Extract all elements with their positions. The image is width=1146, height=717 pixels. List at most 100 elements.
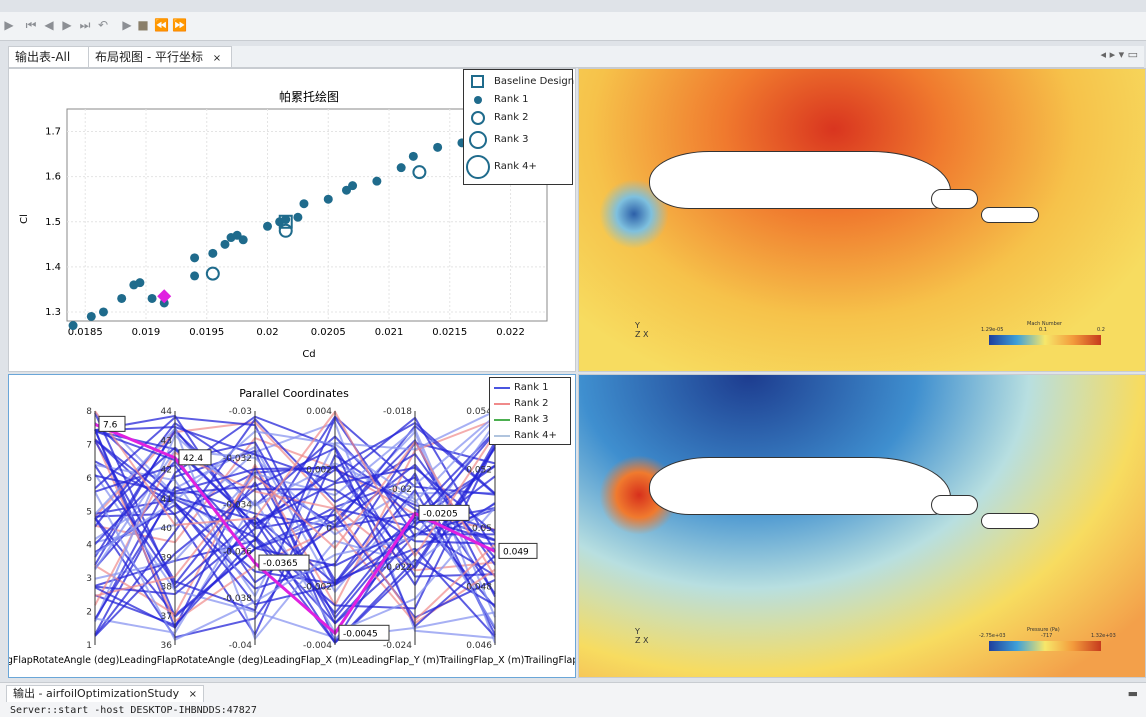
y-tick-label: 1.3: [45, 307, 61, 318]
axis-tick-label: -0.022: [383, 563, 412, 573]
stop-icon[interactable]: ■: [136, 18, 150, 32]
axis-tick-label: 43: [161, 436, 172, 446]
leading-flap: [931, 189, 978, 209]
axis-tick-label: -0.018: [383, 407, 412, 417]
colorbar: [989, 641, 1101, 651]
axis-tick-label: 0.002: [306, 466, 332, 476]
skip-start-icon[interactable]: ⏮: [24, 18, 38, 32]
y-tick-label: 1.4: [45, 262, 61, 273]
axis-tick-label: 2: [86, 608, 92, 618]
rank1-point: [208, 248, 218, 258]
run-icon[interactable]: ▶: [120, 18, 134, 32]
rank1-point: [190, 271, 200, 281]
highlight-point: [157, 289, 172, 304]
pareto-panel: 帕累托绘图 Cd Cl 0.0185 0.019 0.0195 0.02 0.0205 0…: [8, 68, 576, 372]
value-annotation: -0.0205: [423, 509, 458, 519]
close-icon[interactable]: ×: [189, 689, 197, 700]
axis-tick-label: 0.052: [466, 466, 492, 476]
axis-tick-label: 0.05: [472, 524, 492, 534]
legend-rank4: Rank 4+: [514, 430, 557, 441]
colorbar-max: 0.2: [1097, 327, 1105, 333]
main-airfoil: [649, 457, 951, 515]
close-icon[interactable]: ×: [213, 53, 221, 64]
rank2-symbol: [471, 111, 485, 125]
console-line: Server::start -host DESKTOP-IHBNDDS:4782…: [10, 705, 257, 716]
rank1-symbol: [474, 96, 482, 104]
legend-rank3: Rank 3: [514, 414, 549, 425]
y-tick-label: 1.5: [45, 217, 61, 228]
next-icon[interactable]: ⏩: [172, 18, 187, 32]
axis-tick-label: 0.046: [466, 641, 492, 651]
x-tick-label: 0.0195: [189, 327, 224, 338]
mach-contour-view: Y Z X Mach Number 1.29e-05 0.1 0.2: [578, 68, 1146, 372]
axis-tick-label: -0.004: [303, 641, 332, 651]
trailing-flap: [981, 513, 1039, 529]
axis-tick-label: 39: [161, 553, 173, 563]
tab-output[interactable]: 输出 - airfoilOptimizationStudy ×: [6, 685, 205, 702]
parallel-legend: Rank 1 Rank 2 Rank 3 Rank 4+: [489, 377, 571, 445]
parallel-panel: Parallel Coordinates 8 7 6 5 4 3 2 1 44 43 42 41 40 3…: [0, 374, 609, 678]
tab-label: 布局视图 - 平行坐标: [95, 50, 203, 64]
value-annotation: 42.4: [183, 454, 203, 464]
rank3-symbol: [469, 131, 487, 149]
axis-tick-label: 8: [86, 407, 92, 417]
legend-baseline: Baseline Design: [494, 76, 575, 87]
legend-rank2: Rank 2: [514, 398, 549, 409]
rank1-point: [86, 311, 96, 321]
colorbar-min: 1.29e-05: [981, 327, 1004, 333]
axis-tick-label: 36: [161, 641, 173, 651]
x-tick-label: 0.0205: [311, 327, 346, 338]
pareto-legend: Baseline Design Rank 1 Rank 2 Rank 3 Ran…: [463, 69, 575, 185]
rank1-point: [263, 221, 273, 231]
step-back-icon[interactable]: ◀: [42, 18, 56, 32]
rank1-point: [408, 151, 418, 161]
axis-tick-label: 3: [86, 574, 92, 584]
minimize-icon[interactable]: ▬: [1128, 687, 1138, 700]
legend-rank2: Rank 2: [494, 112, 529, 123]
output-panel: 输出 - airfoilOptimizationStudy × Server::…: [0, 682, 1146, 717]
rank1-point: [147, 293, 157, 303]
axis-tick-label: 7: [86, 440, 92, 450]
axis-tick-label: 5: [86, 507, 92, 517]
pressure-contour-view: Y Z X Pressure (Pa) -2.75e+03 -717 1.32e…: [578, 374, 1146, 678]
axis-tick-label: 1: [86, 641, 92, 651]
rank1-point: [396, 163, 406, 173]
step-forward-icon[interactable]: ▶: [60, 18, 74, 32]
play-icon[interactable]: ▶: [2, 18, 16, 32]
undo-icon[interactable]: ↶: [96, 18, 110, 32]
axis-tick-label: -0.038: [223, 594, 252, 604]
rank1-point: [98, 307, 108, 317]
tab-layout-view[interactable]: 布局视图 - 平行坐标 ×: [88, 46, 232, 67]
rank1-point: [220, 239, 230, 249]
axis-tick-label: 44: [161, 407, 173, 417]
rank1-point: [433, 142, 443, 152]
colorbar-mid: 0.1: [1039, 327, 1047, 333]
axis-tick-label: -0.03: [229, 407, 252, 417]
view-menu-icon[interactable]: ◂ ▸ ▾ ▭: [1101, 48, 1138, 61]
y-axis-label: Cl: [19, 214, 30, 224]
rank1-point: [68, 321, 78, 331]
leading-flap: [931, 495, 978, 515]
axis-tick-label: 6: [86, 474, 92, 484]
x-tick-label: 0.021: [375, 327, 404, 338]
y-tick-label: 1.7: [45, 127, 61, 138]
baseline-symbol: [471, 75, 484, 88]
legend-rank4: Rank 4+: [494, 161, 537, 172]
value-annotation: 7.6: [103, 420, 118, 430]
trailing-flap: [981, 207, 1039, 223]
axis-tick-label: -0.024: [383, 641, 412, 651]
rank1-point: [299, 199, 309, 209]
axis-triad: Y Z X: [635, 627, 649, 645]
tab-output-table[interactable]: 输出表-All ×: [8, 46, 92, 84]
colorbar-mid: -717: [1041, 633, 1053, 639]
axis-tick-label: -0.04: [229, 641, 253, 651]
x-axis-label: Cd: [302, 349, 315, 360]
skip-end-icon[interactable]: ⏭: [78, 18, 92, 32]
x-tick-label: 0.02: [256, 327, 278, 338]
axis-tick-label: 0: [326, 524, 332, 534]
colorbar-max: 1.32e+03: [1091, 633, 1116, 639]
axis-tick-label: -0.032: [223, 454, 252, 464]
prev-icon[interactable]: ⏪: [154, 18, 169, 32]
axis-labels: LeadingFlapRotateAngle (deg)LeadingFlapR…: [9, 655, 575, 666]
axis-tick-label: 41: [161, 495, 172, 505]
